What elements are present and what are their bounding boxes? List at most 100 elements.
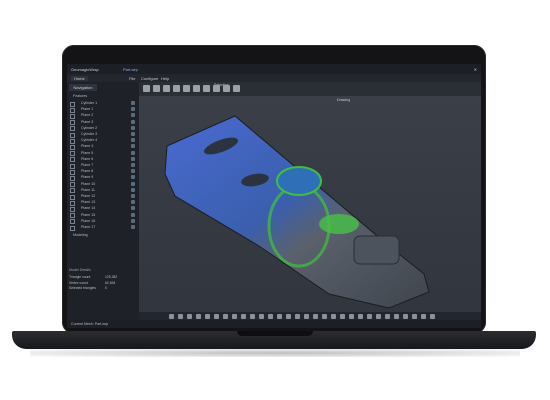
view-tool-icon[interactable]: [250, 313, 255, 319]
view-tool-icon[interactable]: [241, 313, 246, 319]
tool-icon[interactable]: [223, 85, 230, 92]
tree-item[interactable]: Plane 3: [69, 119, 137, 126]
menu-configure[interactable]: Configure: [141, 76, 158, 81]
view-tool-icon[interactable]: [259, 313, 264, 319]
bottom-toolbar: [139, 312, 481, 320]
feature-icon: [131, 119, 135, 124]
feature-icon: [131, 150, 135, 155]
tree-item[interactable]: Plane 17: [69, 224, 137, 231]
view-tool-icon[interactable]: [268, 313, 273, 319]
cylinder-top: [276, 166, 322, 196]
navigation-panel: Navigation Features Cylinder 1 Plane 1 Pla…: [67, 82, 139, 328]
view-tool-icon[interactable]: [340, 313, 345, 319]
tree-item[interactable]: Plane 10: [69, 181, 137, 188]
details-row: Triangle count 125,382: [69, 275, 118, 279]
tree-item[interactable]: Plane 6: [69, 156, 137, 163]
feature-icon: [131, 107, 135, 112]
tree-item[interactable]: Plane 13: [69, 199, 137, 206]
tree-item[interactable]: Cylinder 2: [69, 125, 137, 132]
menu-help[interactable]: Help: [161, 76, 169, 81]
tree-item[interactable]: Plane 15: [69, 212, 137, 219]
tool-icon[interactable]: [143, 85, 150, 92]
feature-icon: [131, 206, 135, 211]
pocket: [353, 235, 400, 265]
feature-icon: [131, 175, 135, 180]
tree-root[interactable]: Features: [69, 93, 137, 99]
view-tool-icon[interactable]: [412, 313, 417, 319]
laptop-screen: GeomagicWrap Part.wrp ✕ Home File Config…: [67, 64, 481, 328]
tree-modeling[interactable]: Modeling: [69, 232, 137, 238]
tree-item[interactable]: Plane 8: [69, 168, 137, 175]
tool-icon[interactable]: [213, 85, 220, 92]
feature-icon: [131, 218, 135, 223]
tree-item[interactable]: Plane 11: [69, 187, 137, 194]
tree-item[interactable]: Plane 14: [69, 205, 137, 212]
tool-icon[interactable]: [183, 85, 190, 92]
feature-icon: [131, 194, 135, 198]
view-tool-icon[interactable]: [430, 313, 435, 319]
float-title: Drawing: [337, 98, 351, 102]
tool-icon[interactable]: [203, 85, 210, 92]
status-bar: Current Mesh: Part.wrp: [67, 320, 481, 328]
status-text: Current Mesh: Part.wrp: [71, 322, 109, 326]
plane-highlight: [319, 214, 359, 234]
view-tool-icon[interactable]: [349, 313, 354, 319]
details-title: Model Details: [69, 268, 91, 272]
tool-icon[interactable]: [193, 85, 200, 92]
menu-bar: Home File Configure Help: [67, 74, 481, 82]
view-tool-icon[interactable]: [169, 313, 174, 319]
view-tool-icon[interactable]: [178, 313, 183, 319]
view-tool-icon[interactable]: [367, 313, 372, 319]
feature-icon: [131, 144, 135, 149]
tree-item[interactable]: Plane 5: [69, 150, 137, 157]
view-tool-icon[interactable]: [385, 313, 390, 319]
menu-file[interactable]: File: [129, 76, 135, 81]
view-tool-icon[interactable]: [421, 313, 426, 319]
view-tool-icon[interactable]: [223, 313, 228, 319]
tree-item[interactable]: Plane 1: [69, 106, 137, 113]
laptop-notch: [237, 331, 313, 336]
feature-icon: [131, 132, 135, 136]
view-tool-icon[interactable]: [403, 313, 408, 319]
tool-icon[interactable]: [173, 85, 180, 92]
view-tool-icon[interactable]: [295, 313, 300, 319]
3d-viewport[interactable]: Drawing: [139, 96, 481, 328]
tab-navigation[interactable]: Navigation: [69, 84, 97, 91]
view-tool-icon[interactable]: [331, 313, 336, 319]
tool-icon[interactable]: [163, 85, 170, 92]
menu-home[interactable]: Home: [71, 76, 88, 81]
details-row: Vertex count 62,694: [69, 280, 116, 285]
view-tool-icon[interactable]: [376, 313, 381, 319]
ribbon-toolbar: Selection: [139, 82, 481, 96]
tree-item[interactable]: Cylinder 3: [69, 131, 137, 138]
tree-item[interactable]: Plane 12: [69, 193, 137, 200]
tree-item[interactable]: Plane 16: [69, 218, 137, 225]
feature-icon: [131, 187, 135, 192]
feature-icon: [131, 125, 135, 130]
close-icon[interactable]: ✕: [474, 67, 477, 72]
view-tool-icon[interactable]: [232, 313, 237, 319]
tree-item[interactable]: Cylinder 4: [69, 137, 137, 144]
tree-item[interactable]: Plane 4: [69, 143, 137, 150]
feature-icon: [131, 200, 135, 205]
tool-icon[interactable]: [233, 85, 240, 92]
view-tool-icon[interactable]: [205, 313, 210, 319]
tree-item[interactable]: Cylinder 1: [69, 100, 137, 107]
tree-item[interactable]: Plane 2: [69, 112, 137, 119]
view-tool-icon[interactable]: [322, 313, 327, 319]
view-tool-icon[interactable]: [313, 313, 318, 319]
view-tool-icon[interactable]: [277, 313, 282, 319]
feature-icon: [131, 181, 135, 186]
view-tool-icon[interactable]: [394, 313, 399, 319]
tree-item[interactable]: Plane 9: [69, 174, 137, 181]
view-tool-icon[interactable]: [196, 313, 201, 319]
tool-icon[interactable]: [153, 85, 160, 92]
view-tool-icon[interactable]: [358, 313, 363, 319]
feature-icon: [131, 138, 135, 143]
feature-icon: [131, 113, 135, 118]
view-tool-icon[interactable]: [187, 313, 192, 319]
view-tool-icon[interactable]: [304, 313, 309, 319]
tree-item[interactable]: Plane 7: [69, 162, 137, 169]
view-tool-icon[interactable]: [214, 313, 219, 319]
view-tool-icon[interactable]: [286, 313, 291, 319]
